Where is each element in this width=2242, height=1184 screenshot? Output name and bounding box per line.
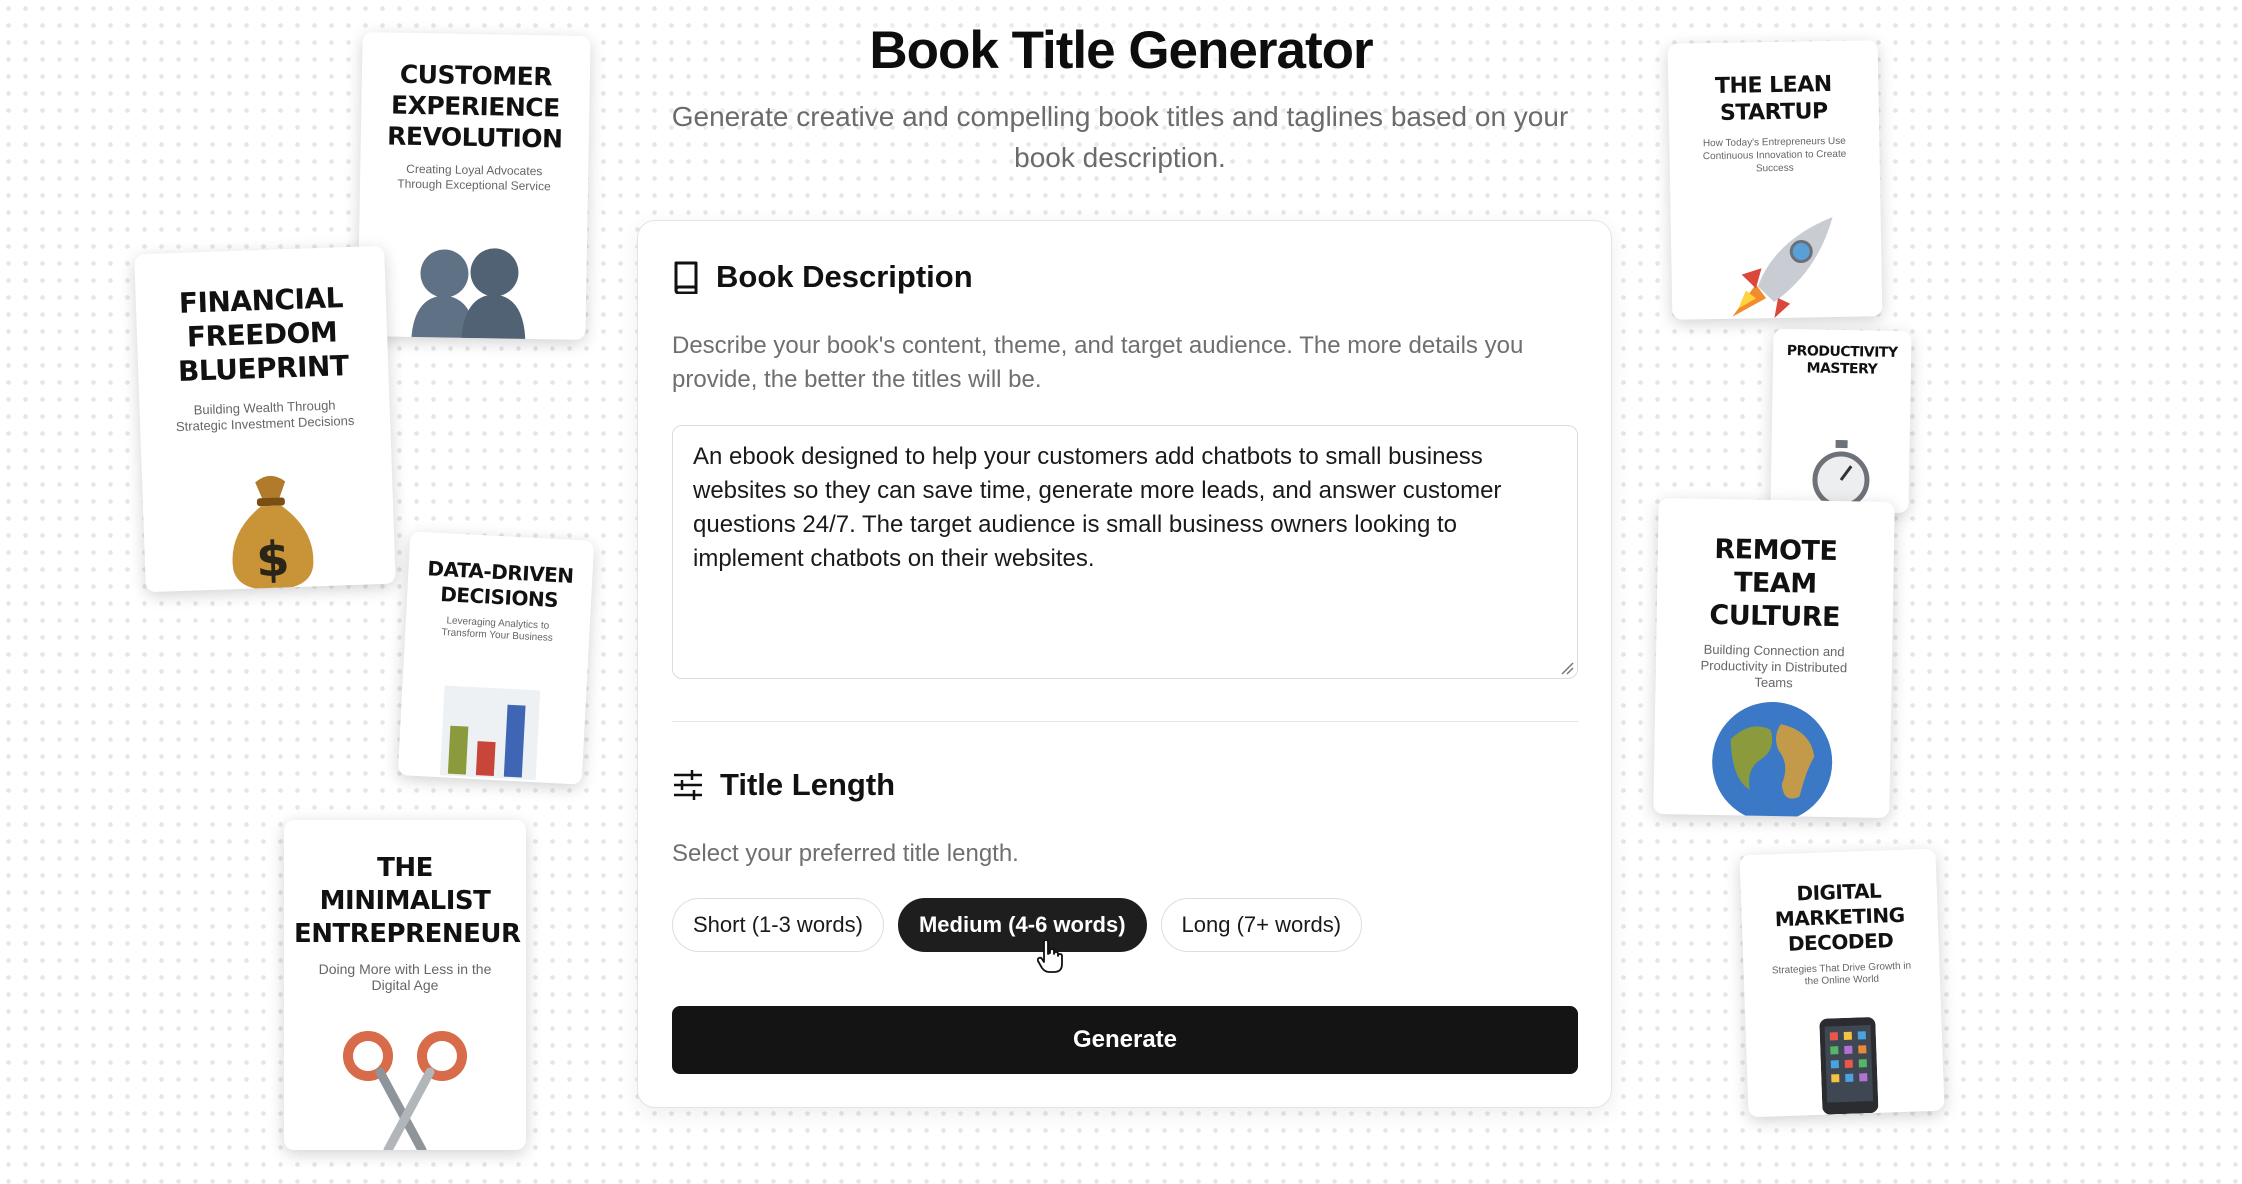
book-description-textarea[interactable]: An ebook designed to help your customers… bbox=[672, 425, 1578, 679]
book-cover-title: Remote Team Culture bbox=[1709, 533, 1841, 634]
length-option-long[interactable]: Long (7+ words) bbox=[1160, 898, 1363, 952]
book-cover-subtitle: Creating Loyal Advocates Through Excepti… bbox=[397, 161, 551, 194]
book-cover-title: Data-Driven Decisions bbox=[426, 556, 575, 613]
title-length-options: Short (1-3 words) Medium (4-6 words) Lon… bbox=[672, 898, 1363, 952]
page-subtitle: Generate creative and compelling book ti… bbox=[671, 101, 1569, 173]
rocket-icon bbox=[1732, 216, 1833, 319]
book-cover-data-driven: Data-Driven Decisions Leveraging Analyti… bbox=[397, 531, 595, 785]
book-cover-title: The Minimalist Entrepreneur bbox=[294, 853, 521, 949]
book-icon bbox=[674, 261, 698, 294]
sliders-icon bbox=[674, 770, 702, 800]
book-cover-title: Customer Experience Revolution bbox=[386, 59, 563, 154]
globe-icon bbox=[1712, 701, 1833, 819]
length-option-short[interactable]: Short (1-3 words) bbox=[672, 898, 884, 952]
money-bag-icon: $ bbox=[232, 475, 314, 590]
length-option-medium[interactable]: Medium (4-6 words) bbox=[897, 898, 1147, 952]
page-title: Book Title Generator bbox=[869, 21, 1373, 80]
svg-text:$: $ bbox=[255, 531, 290, 588]
book-cover-financial-freedom: Financial Freedom Blueprint Building Wea… bbox=[134, 245, 396, 593]
title-length-help: Select your preferred title length. bbox=[672, 840, 1019, 867]
book-description-title: Book Description bbox=[716, 259, 973, 294]
book-cover-subtitle: Leveraging Analytics to Transform Your B… bbox=[441, 615, 554, 644]
book-cover-remote-team: Remote Team Culture Building Connection … bbox=[1653, 497, 1895, 819]
generator-form-card: Book Description Describe your book's co… bbox=[637, 220, 1612, 1108]
book-cover-digital-marketing: Digital Marketing Decoded Strategies Tha… bbox=[1739, 848, 1945, 1118]
book-description-header: Book Description bbox=[672, 259, 973, 295]
book-cover-minimalist: The Minimalist Entrepreneur Doing More w… bbox=[284, 820, 526, 1150]
title-length-header: Title Length bbox=[672, 767, 895, 803]
book-cover-customer-experience: Customer Experience Revolution Creating … bbox=[357, 32, 591, 340]
phone-icon bbox=[1819, 1017, 1879, 1115]
book-cover-subtitle: Building Connection and Productivity in … bbox=[1700, 641, 1848, 691]
scissors-icon bbox=[343, 1031, 467, 1150]
book-cover-productivity: Productivity Mastery bbox=[1770, 328, 1912, 514]
book-cover-subtitle: How Today's Entrepreneurs Use Continuous… bbox=[1702, 135, 1847, 175]
book-cover-subtitle: Strategies That Drive Growth in the Onli… bbox=[1771, 960, 1912, 988]
book-cover-title: Financial Freedom Blueprint bbox=[177, 281, 350, 388]
generate-button[interactable]: Generate bbox=[672, 1006, 1578, 1074]
book-description-help: Describe your book's content, theme, and… bbox=[672, 332, 1524, 393]
book-cover-title: Digital Marketing Decoded bbox=[1774, 878, 1905, 956]
book-cover-lean-startup: The Lean Startup How Today's Entrepreneu… bbox=[1667, 40, 1883, 320]
resize-handle-icon[interactable] bbox=[1560, 661, 1574, 675]
title-length-title: Title Length bbox=[720, 767, 896, 802]
section-divider bbox=[672, 721, 1578, 722]
people-icon bbox=[411, 248, 526, 340]
book-cover-title: The Lean Startup bbox=[1714, 71, 1832, 126]
bar-chart-icon bbox=[439, 685, 541, 781]
book-cover-subtitle: Building Wealth Through Strategic Invest… bbox=[175, 397, 355, 435]
pointer-hand-cursor-icon bbox=[1037, 940, 1063, 973]
book-cover-subtitle: Doing More with Less in the Digital Age bbox=[318, 961, 492, 993]
book-cover-title: Productivity Mastery bbox=[1786, 343, 1898, 378]
